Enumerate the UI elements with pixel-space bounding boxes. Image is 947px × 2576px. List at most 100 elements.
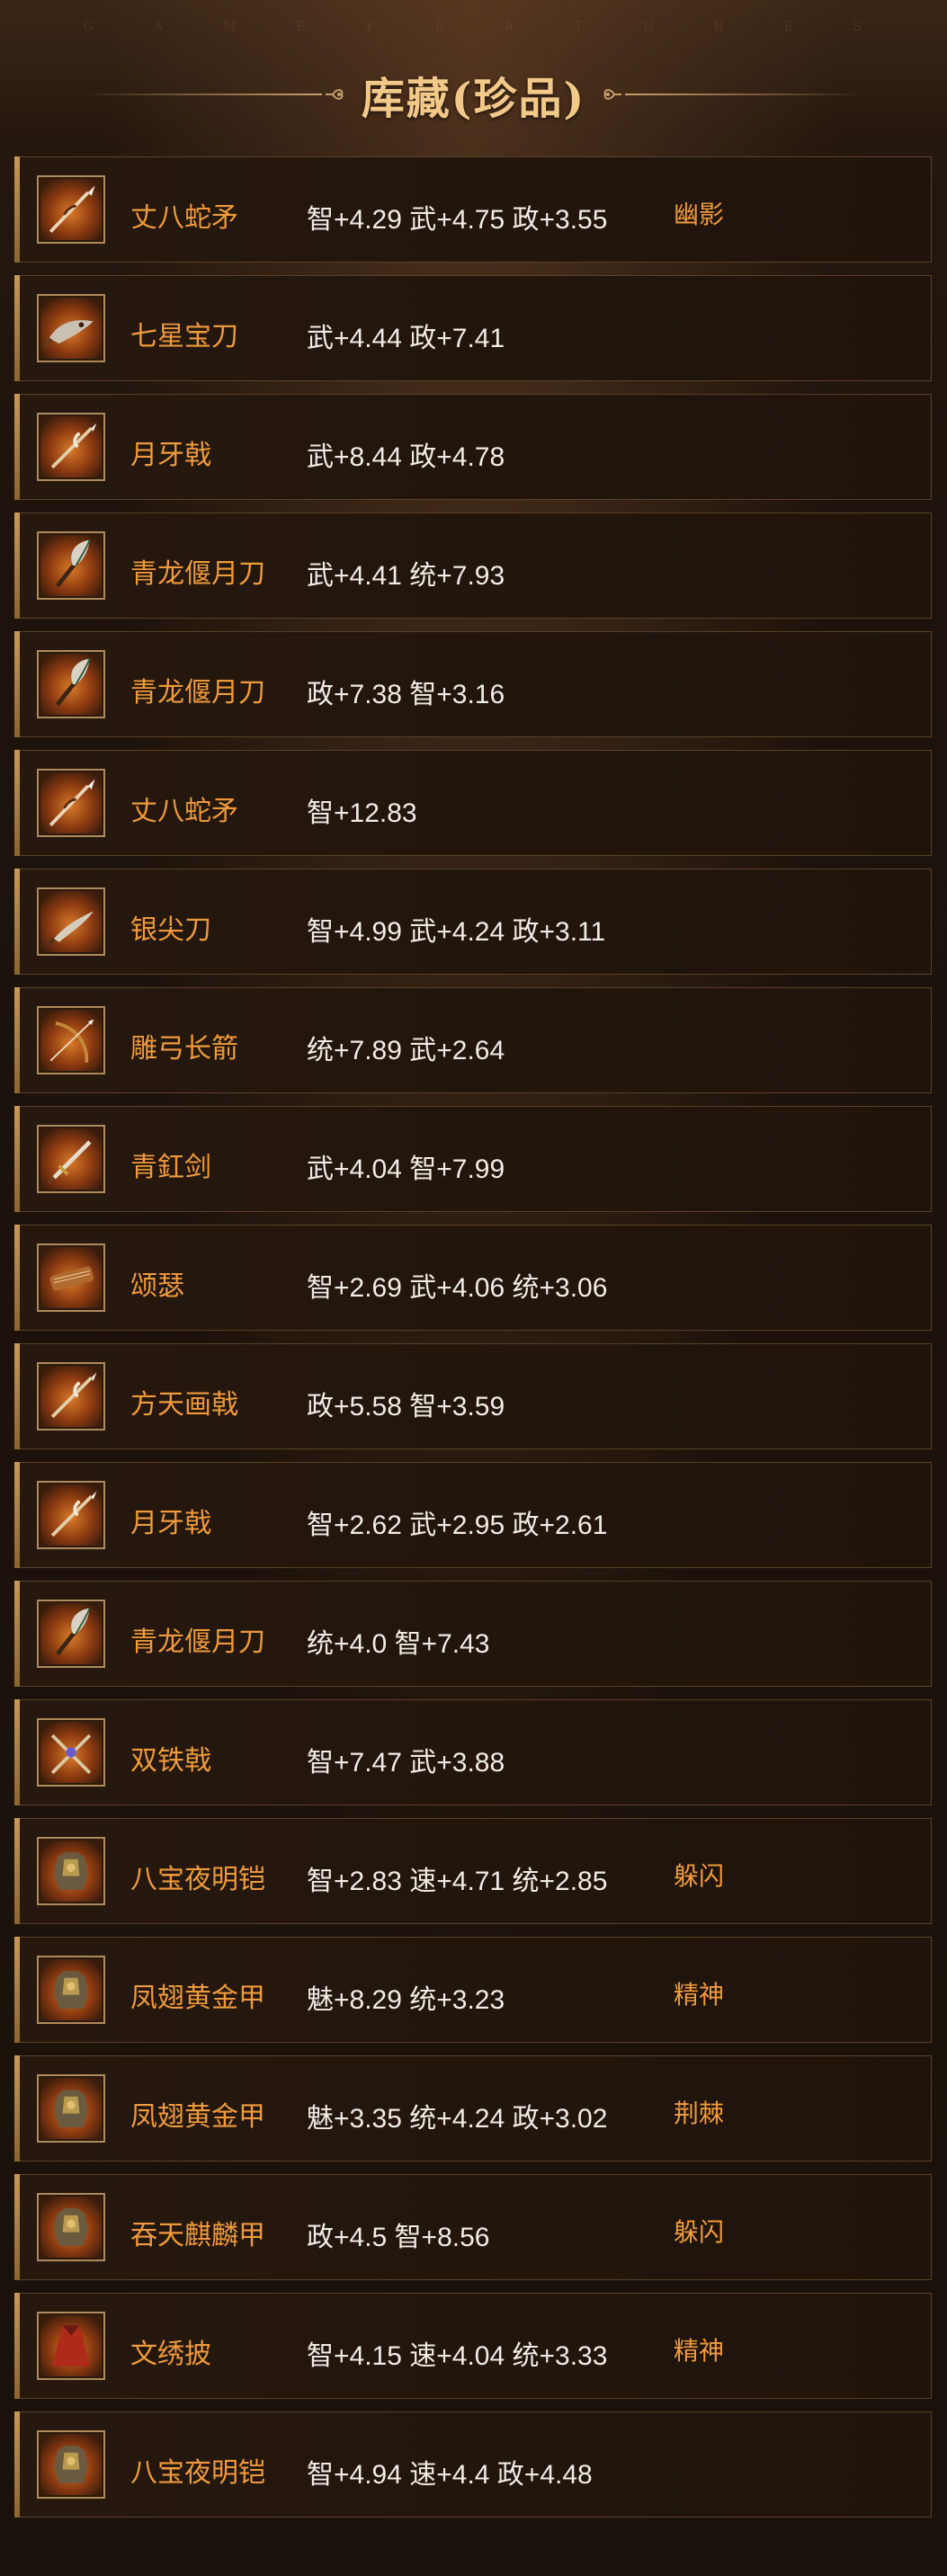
- item-row[interactable]: 方天画戟 政+5.58 智+3.59: [14, 1343, 932, 1449]
- item-row[interactable]: 七星宝刀 武+4.44 政+7.41: [14, 275, 932, 381]
- item-row[interactable]: 青龙偃月刀 政+7.38 智+3.16: [14, 631, 932, 737]
- item-name: 月牙戟: [130, 1508, 211, 1539]
- halberd-icon: [37, 1362, 105, 1431]
- background-letter: S: [853, 20, 864, 34]
- item-stats: 魅+3.35 统+4.24 政+3.02: [307, 2104, 608, 2134]
- background-letter: E: [434, 20, 447, 34]
- item-stats: 政+5.58 智+3.59: [307, 1392, 505, 1422]
- armor-icon: [37, 2074, 105, 2143]
- zither-icon: [37, 1243, 105, 1312]
- item-row[interactable]: 凤翅黄金甲 魅+8.29 统+3.23 精神: [14, 1937, 932, 2043]
- item-stats: 智+7.47 武+3.88: [307, 1748, 505, 1778]
- item-stats: 智+4.15 速+4.04 统+3.33: [307, 2341, 608, 2371]
- dragon-blade-icon: [37, 294, 105, 362]
- item-stats: 武+4.04 智+7.99: [307, 1154, 505, 1184]
- background-letter: A: [153, 20, 165, 34]
- item-list: 丈八蛇矛 智+4.29 武+4.75 政+3.55 幽影七星宝刀 武+4.44 政+7…: [14, 156, 932, 2530]
- item-row[interactable]: 凤翅黄金甲 魅+3.35 统+4.24 政+3.02 荆棘: [14, 2055, 932, 2162]
- background-letter: R: [713, 20, 726, 34]
- item-name: 凤翅黄金甲: [130, 2101, 265, 2133]
- background-letter: T: [574, 20, 585, 34]
- item-stats: 智+2.62 武+2.95 政+2.61: [307, 1511, 608, 1540]
- background-letters: GAMEFEATURES: [0, 20, 947, 34]
- page: G A M E F E A T U R E S 库藏(珍品) 丈八蛇矛 智+4.29 武+4.75 政+…: [0, 0, 947, 2576]
- item-name: 八宝夜明铠: [130, 1864, 265, 1895]
- glaive-icon: [37, 531, 105, 600]
- background-letter: E: [296, 20, 308, 34]
- background-letter: G: [83, 20, 95, 34]
- glaive-icon: [37, 650, 105, 718]
- cloak-icon: [37, 2312, 105, 2380]
- item-name: 凤翅黄金甲: [130, 1983, 265, 2014]
- background-letter: U: [642, 20, 656, 34]
- glaive-icon: [37, 1600, 105, 1668]
- item-name: 青龙偃月刀: [130, 558, 265, 590]
- item-stats: 智+4.99 武+4.24 政+3.11: [307, 917, 606, 947]
- sword-icon: [37, 1125, 105, 1193]
- item-skill: 躲闪: [674, 2217, 725, 2247]
- halberd-icon: [37, 1481, 105, 1549]
- item-stats: 统+4.0 智+7.43: [307, 1629, 490, 1659]
- item-name: 青龙偃月刀: [130, 1627, 265, 1658]
- item-name: 七星宝刀: [130, 321, 238, 352]
- item-stats: 智+12.83: [307, 798, 417, 828]
- item-name: 双铁戟: [130, 1745, 211, 1777]
- item-name: 月牙戟: [130, 440, 211, 471]
- item-skill: 幽影: [674, 200, 725, 229]
- spear-icon: [37, 175, 105, 244]
- background-letter: F: [365, 20, 377, 34]
- item-name: 青釭剑: [130, 1152, 211, 1183]
- background-letter: M: [223, 20, 238, 34]
- item-row[interactable]: 丈八蛇矛 智+4.29 武+4.75 政+3.55 幽影: [14, 156, 932, 263]
- ornament-right-icon: [598, 81, 625, 108]
- blade-icon: [37, 887, 105, 956]
- item-stats: 智+4.94 速+4.4 政+4.48: [307, 2460, 593, 2490]
- armor-icon: [37, 1956, 105, 2024]
- item-skill: 精神: [674, 2336, 725, 2366]
- item-row[interactable]: 八宝夜明铠 智+4.94 速+4.4 政+4.48: [14, 2411, 932, 2518]
- item-row[interactable]: 颂瑟 智+2.69 武+4.06 统+3.06: [14, 1225, 932, 1331]
- background-letter: A: [505, 20, 516, 34]
- item-stats: 武+4.41 统+7.93: [307, 561, 505, 591]
- item-row[interactable]: 文绣披 智+4.15 速+4.04 统+3.33 精神: [14, 2293, 932, 2399]
- item-skill: 躲闪: [674, 1861, 725, 1891]
- item-row[interactable]: 八宝夜明铠 智+2.83 速+4.71 统+2.85 躲闪: [14, 1818, 932, 1924]
- item-name: 八宝夜明铠: [130, 2457, 265, 2489]
- item-stats: 武+4.44 政+7.41: [307, 324, 505, 353]
- page-title: 库藏(珍品): [361, 74, 586, 124]
- header: 库藏(珍品): [0, 63, 947, 126]
- item-row[interactable]: 银尖刀 智+4.99 武+4.24 政+3.11: [14, 869, 932, 975]
- item-name: 方天画戟: [130, 1389, 238, 1421]
- item-stats: 智+2.83 速+4.71 统+2.85: [307, 1867, 608, 1896]
- item-row[interactable]: 月牙戟 智+2.62 武+2.95 政+2.61: [14, 1462, 932, 1568]
- item-skill: 精神: [674, 1980, 725, 2010]
- item-row[interactable]: 雕弓长箭 统+7.89 武+2.64: [14, 987, 932, 1093]
- item-stats: 政+7.38 智+3.16: [307, 680, 505, 709]
- ornament-left-icon: [322, 81, 349, 108]
- item-row[interactable]: 青龙偃月刀 武+4.41 统+7.93: [14, 513, 932, 619]
- item-stats: 魅+8.29 统+3.23: [307, 1985, 505, 2015]
- armor-icon: [37, 1837, 105, 1905]
- item-stats: 武+8.44 政+4.78: [307, 442, 505, 472]
- item-stats: 智+2.69 武+4.06 统+3.06: [307, 1273, 608, 1303]
- item-name: 青龙偃月刀: [130, 677, 265, 709]
- item-row[interactable]: 丈八蛇矛 智+12.83: [14, 750, 932, 856]
- item-row[interactable]: 月牙戟 武+8.44 政+4.78: [14, 394, 932, 500]
- twin-halberd-icon: [37, 1718, 105, 1787]
- item-name: 雕弓长箭: [130, 1033, 238, 1065]
- header-divider-left: [78, 94, 322, 95]
- item-stats: 政+4.5 智+8.56: [307, 2223, 490, 2252]
- halberd-icon: [37, 413, 105, 481]
- item-name: 文绣披: [130, 2339, 211, 2370]
- item-row[interactable]: 青釭剑 武+4.04 智+7.99: [14, 1106, 932, 1212]
- item-row[interactable]: 双铁戟 智+7.47 武+3.88: [14, 1699, 932, 1805]
- armor-icon: [37, 2193, 105, 2261]
- item-name: 丈八蛇矛: [130, 796, 238, 827]
- item-row[interactable]: 吞天麒麟甲 政+4.5 智+8.56 躲闪: [14, 2174, 932, 2280]
- item-name: 吞天麒麟甲: [130, 2220, 265, 2251]
- item-row[interactable]: 青龙偃月刀 统+4.0 智+7.43: [14, 1581, 932, 1687]
- item-name: 颂瑟: [130, 1270, 184, 1302]
- bow-icon: [37, 1006, 105, 1074]
- background-letter: E: [783, 20, 795, 34]
- header-divider-right: [625, 94, 869, 95]
